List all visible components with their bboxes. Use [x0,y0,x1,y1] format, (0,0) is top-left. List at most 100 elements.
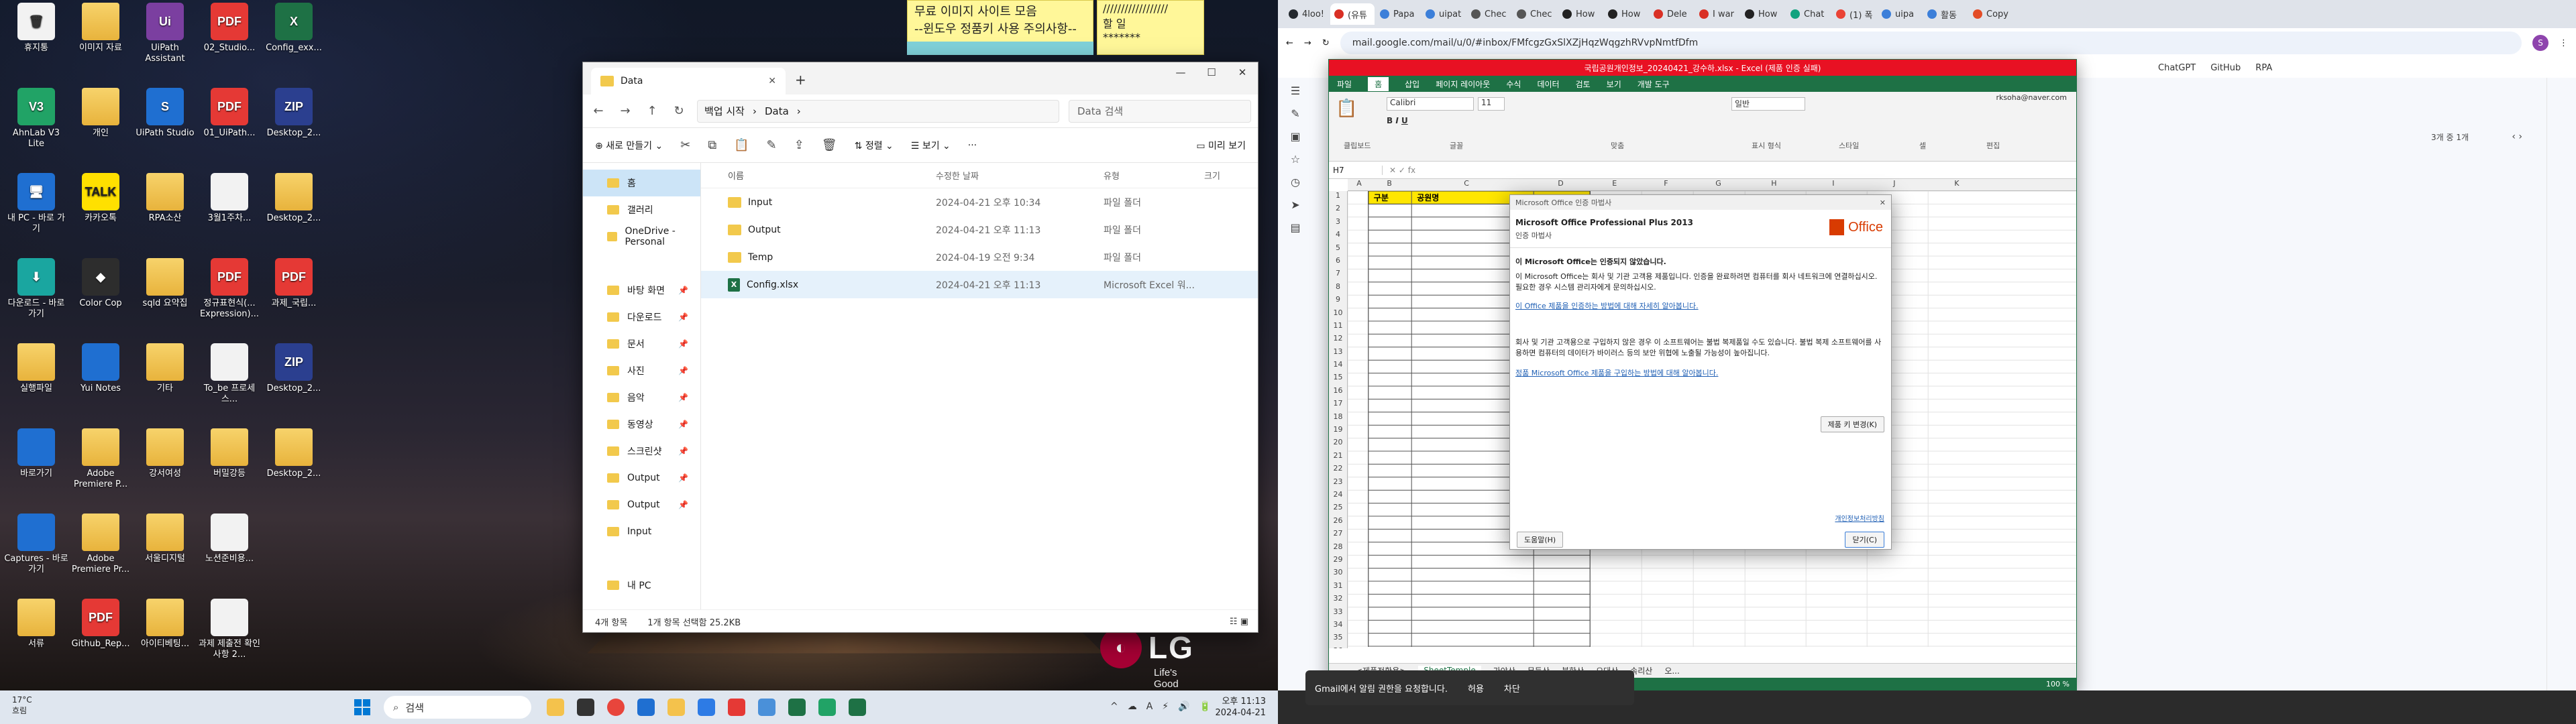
row-header[interactable]: 18 [1329,412,1347,425]
rename-icon[interactable]: ✎ [767,138,777,152]
browser-tab[interactable]: Chat [1786,3,1831,25]
start-button[interactable] [354,699,370,715]
row-header[interactable]: 24 [1329,490,1347,503]
desktop-icon[interactable]: ⬇ 다운로드 - 바로 가기 [4,258,68,320]
ribbon-tab[interactable]: 검토 [1576,78,1591,90]
column-header[interactable]: H [1771,179,1776,188]
menu-icon[interactable]: ⋮ [2559,38,2568,48]
ribbon-tab[interactable]: 수식 [1506,78,1521,90]
close-button[interactable]: 닫기(C) [1845,532,1884,548]
desktop-icon[interactable]: 🖥 내 PC - 바로 가기 [4,173,68,235]
desktop-icon[interactable]: 개인 [68,88,133,139]
font-name-select[interactable]: Calibri [1387,97,1474,111]
send-icon[interactable]: ➤ [1282,198,1309,221]
row-header[interactable]: 31 [1329,581,1347,594]
breadcrumb-item[interactable]: 백업 시작 [704,104,745,118]
column-header[interactable]: A [1356,179,1362,188]
cut-icon[interactable]: ✂ [680,138,690,152]
row-header[interactable]: 12 [1329,334,1347,347]
browser-tab[interactable]: uipat [1421,3,1466,25]
row-header[interactable]: 7 [1329,269,1347,282]
maximize-icon[interactable]: ☐ [1196,62,1227,82]
row-header[interactable]: 29 [1329,555,1347,568]
close-icon[interactable]: ✕ [1880,198,1886,207]
desktop-icon[interactable]: Desktop_2... [262,173,326,224]
column-header[interactable]: E [1612,179,1617,188]
zoom-level[interactable]: 100 % [2046,680,2070,688]
profile-avatar[interactable]: S [2532,35,2548,51]
bookmark-chatgpt[interactable]: ChatGPT [2158,63,2196,73]
row-header[interactable]: 10 [1329,308,1347,321]
desktop-icon[interactable]: 서울디지털 [133,514,197,564]
browser-tab[interactable]: Chec [1467,3,1511,25]
row-header[interactable]: 30 [1329,568,1347,581]
column-header[interactable]: B [1387,179,1392,188]
browser-tab[interactable]: Chec [1513,3,1557,25]
minimize-icon[interactable]: — [1165,62,1196,82]
up-arrow-icon[interactable]: ↑ [643,104,661,118]
row-header[interactable]: 14 [1329,360,1347,373]
desktop-icon[interactable]: 과제 제출전 확인사항 2... [197,599,262,660]
new-tab-icon[interactable]: + [795,72,806,88]
tray-icon[interactable]: 🔊 [1178,701,1189,712]
nav-item[interactable]: 문서 📌 [583,330,700,357]
ribbon-tab[interactable]: 개발 도구 [1638,78,1670,90]
header-cell[interactable]: 구분 [1374,193,1389,202]
browser-tab[interactable]: I war [1695,3,1739,25]
desktop-icon[interactable]: ZIP Desktop_2... [262,88,326,139]
column-name[interactable]: 이름 [728,169,936,182]
column-header[interactable]: J [1893,179,1895,188]
nav-item[interactable]: Output 📌 [583,491,700,518]
desktop-icon[interactable]: 기타 [133,343,197,394]
column-type[interactable]: 유형 [1104,169,1204,182]
row-header[interactable]: 32 [1329,594,1347,607]
explorer-tab[interactable]: Data ✕ [591,68,786,95]
desktop-icon[interactable]: PDF 정규표현식(... Expression)... [197,258,262,320]
row-header[interactable]: 35 [1329,633,1347,646]
desktop-icon[interactable]: Ui UiPath Assistant [133,3,197,64]
toast-allow-button[interactable]: 허용 [1468,682,1484,695]
address-bar[interactable]: mail.google.com/mail/u/0/#inbox/FMfcgzGx… [1340,32,2522,54]
desktop-icon[interactable]: 버밀강등 [197,428,262,479]
uipath-studio-icon[interactable] [637,699,655,716]
ribbon-tab[interactable]: 페이지 레이아웃 [1436,78,1490,90]
buy-genuine-link[interactable]: 정품 Microsoft Office 제품을 구입하는 방법에 대해 알아봅니… [1515,368,1884,379]
ribbon-tab[interactable]: 보기 [1607,78,1621,90]
font-size-select[interactable]: 11 [1478,97,1505,111]
nav-item[interactable]: Output 📌 [583,465,700,491]
browser-tab[interactable]: uipa [1878,3,1922,25]
ribbon-tab[interactable]: 삽입 [1405,78,1419,90]
file-row[interactable]: Input 2024-04-21 오후 10:34 파일 폴더 [701,188,1258,216]
back-arrow-icon[interactable]: ← [590,104,607,118]
refresh-icon[interactable]: ↻ [670,104,688,118]
desktop-icon[interactable]: X Config_exx... [262,3,326,54]
desktop-icon[interactable]: S UiPath Studio [133,88,197,139]
column-header[interactable]: K [1954,179,1959,188]
app-icon[interactable] [818,699,836,716]
browser-tab[interactable]: Dele [1650,3,1694,25]
copy-icon[interactable]: ⧉ [708,138,716,152]
row-header[interactable]: 17 [1329,399,1347,412]
browser-tab[interactable]: Papa [1376,3,1420,25]
desktop-icon[interactable]: 강서여성 [133,428,197,479]
tray-icon[interactable]: ⚡ [1162,701,1169,712]
learn-more-link[interactable]: 이 Office 제품을 인증하는 방법에 대해 자세히 알아봅니다. [1515,301,1884,312]
weather-widget[interactable]: 17°C 흐림 [12,695,32,716]
row-header[interactable]: 3 [1329,217,1347,230]
column-header[interactable]: C [1464,179,1469,188]
row-header[interactable]: 21 [1329,451,1347,464]
edge-icon[interactable] [758,699,775,716]
desktop-icon[interactable]: 🗑 휴지통 [4,3,68,54]
desktop-icon[interactable]: 서류 [4,599,68,650]
row-header[interactable]: 5 [1329,243,1347,256]
desktop-icon[interactable]: Desktop_2... [262,428,326,479]
paste-icon[interactable]: 📋 [734,138,749,152]
menu-icon[interactable]: ☰ [1282,84,1309,107]
ribbon-tab[interactable]: 파일 [1337,78,1352,90]
breadcrumb-item[interactable]: Data [765,105,789,117]
file-icon[interactable]: ▤ [1282,221,1309,244]
clock[interactable]: 오후 11:13 2024-04-21 [1215,696,1266,719]
desktop-icon[interactable]: RPA소산 [133,173,197,224]
change-key-button[interactable]: 제품 키 변경(K) [1820,416,1884,432]
privacy-link[interactable]: 개인정보처리방침 [1835,514,1884,525]
